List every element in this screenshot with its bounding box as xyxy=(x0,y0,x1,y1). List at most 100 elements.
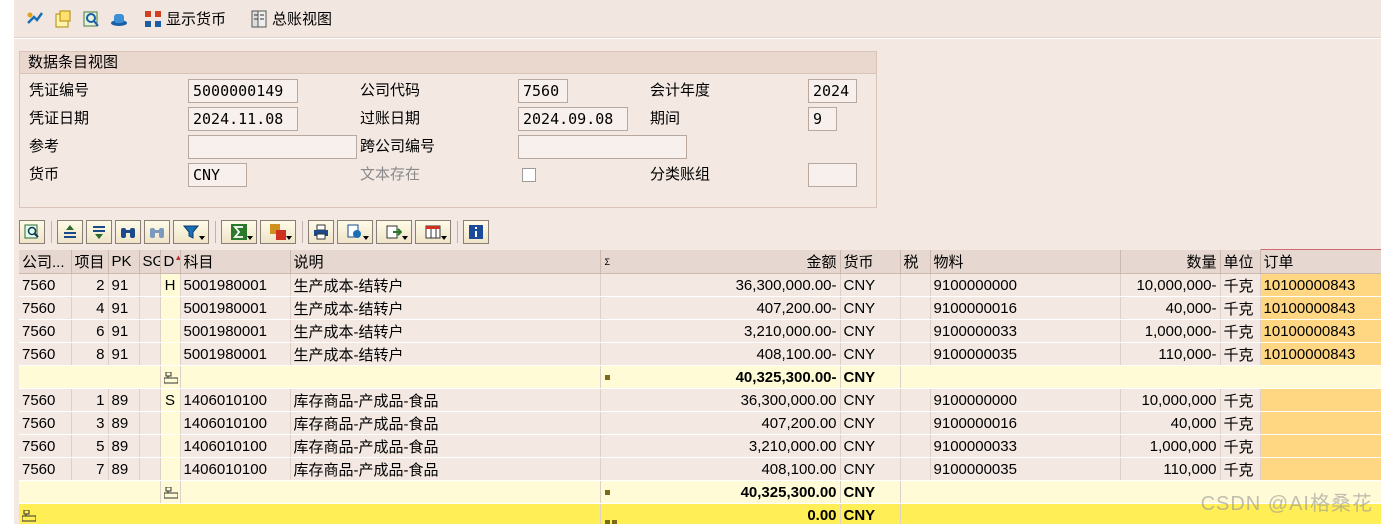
layout-button[interactable] xyxy=(415,220,451,244)
period-field[interactable]: 9 xyxy=(808,107,837,131)
col-currency[interactable]: 货币 xyxy=(840,249,901,274)
doc-date-field[interactable]: 2024.11.08 xyxy=(188,107,298,131)
subtotal-row-h[interactable]: 40,325,300.00- CNY xyxy=(19,365,1381,389)
col-dc[interactable]: D▲ xyxy=(160,249,181,274)
cell-company: 7560 xyxy=(19,342,72,366)
doc-no-field[interactable]: 5000000149 xyxy=(188,79,298,103)
col-account[interactable]: 科目 xyxy=(180,249,291,274)
ledger-group-label: 分类账组 xyxy=(650,166,711,183)
col-amount[interactable]: Σ 金额 xyxy=(600,249,841,274)
entry-view-title: 数据条目视图 xyxy=(20,52,876,74)
table-row[interactable]: 7560 6 91 5001980001 生产成本-结转户 3,210,000.… xyxy=(19,319,1381,343)
cell-order[interactable]: 10100000843 xyxy=(1260,319,1381,343)
subtotal-blank xyxy=(180,480,601,504)
cell-dc xyxy=(160,411,181,435)
total-amount-cell: 0.00 xyxy=(600,503,841,524)
post-date-field[interactable]: 2024.09.08 xyxy=(518,107,628,131)
cell-order[interactable]: 10100000843 xyxy=(1260,273,1381,297)
cell-dc xyxy=(160,457,181,481)
reference-field[interactable] xyxy=(188,135,357,159)
sort-asc-button[interactable] xyxy=(57,220,83,244)
cell-pk: 89 xyxy=(108,457,140,481)
cell-order[interactable] xyxy=(1260,411,1381,435)
print-button[interactable] xyxy=(308,220,334,244)
subtotal-expand-cell[interactable] xyxy=(160,480,181,504)
search-document-icon[interactable] xyxy=(80,8,102,30)
subtotal-icon xyxy=(270,224,286,240)
col-item[interactable]: 项目 xyxy=(71,249,109,274)
cell-pk: 91 xyxy=(108,296,140,320)
ledger-group-field[interactable] xyxy=(808,163,857,187)
table-row[interactable]: 7560 1 89 S 1406010100 库存商品-产成品-食品 36,30… xyxy=(19,388,1381,412)
col-sg[interactable]: SG xyxy=(139,249,161,274)
cell-order[interactable]: 10100000843 xyxy=(1260,296,1381,320)
sort-descending-icon xyxy=(93,226,105,239)
cell-pk: 89 xyxy=(108,388,140,412)
col-unit[interactable]: 单位 xyxy=(1220,249,1261,274)
col-order[interactable]: 订单 xyxy=(1260,249,1381,274)
line-items-grid: 公司... 项目 PK SG D▲ 科目 说明 Σ 金额 货币 税 物料 数量 单… xyxy=(19,249,1381,524)
col-material[interactable]: 物料 xyxy=(930,249,1121,274)
fiscal-year-field[interactable]: 2024 xyxy=(808,79,857,103)
col-company[interactable]: 公司... xyxy=(19,249,72,274)
table-row[interactable]: 7560 2 91 H 5001980001 生产成本-结转户 36,300,0… xyxy=(19,273,1381,297)
gl-view-button[interactable]: 总账视图 xyxy=(248,8,332,30)
table-row[interactable]: 7560 7 89 1406010100 库存商品-产成品-食品 408,100… xyxy=(19,457,1381,481)
subtotal-currency: CNY xyxy=(840,480,901,504)
sort-marker-icon: ▲ xyxy=(174,253,179,262)
cell-dc xyxy=(160,319,181,343)
details-button[interactable] xyxy=(19,220,45,244)
export-button[interactable] xyxy=(376,220,412,244)
find-button[interactable] xyxy=(115,220,141,244)
cell-sg xyxy=(139,457,161,481)
subtotal-currency: CNY xyxy=(840,365,901,389)
sort-desc-button[interactable] xyxy=(86,220,112,244)
cell-description: 生产成本-结转户 xyxy=(290,342,601,366)
document-icon[interactable] xyxy=(52,8,74,30)
cell-currency: CNY xyxy=(840,457,901,481)
subtotal-marker-icon xyxy=(604,490,610,495)
col-description[interactable]: 说明 xyxy=(290,249,601,274)
sum-button[interactable] xyxy=(221,220,257,244)
info-button[interactable] xyxy=(463,220,489,244)
cross-company-field[interactable] xyxy=(518,135,687,159)
views-icon xyxy=(347,224,361,238)
total-expand-cell[interactable] xyxy=(19,503,601,524)
filter-button[interactable] xyxy=(173,220,209,244)
cell-order[interactable] xyxy=(1260,457,1381,481)
table-row[interactable]: 7560 5 89 1406010100 库存商品-产成品-食品 3,210,0… xyxy=(19,434,1381,458)
cell-quantity: 40,000- xyxy=(1120,296,1221,320)
table-row[interactable]: 7560 3 89 1406010100 库存商品-产成品-食品 407,200… xyxy=(19,411,1381,435)
cell-amount: 407,200.00- xyxy=(600,296,841,320)
cell-order[interactable] xyxy=(1260,434,1381,458)
subtotal-button[interactable] xyxy=(260,220,296,244)
subtotal-expand-cell[interactable] xyxy=(160,365,181,389)
cell-quantity: 40,000 xyxy=(1120,411,1221,435)
reference-label: 参考 xyxy=(29,138,60,155)
col-tax[interactable]: 税 xyxy=(900,249,931,274)
col-pk[interactable]: PK xyxy=(108,249,140,274)
col-dc-label: D xyxy=(163,252,175,270)
hat-icon[interactable] xyxy=(108,8,130,30)
subtotal-row-s[interactable]: 40,325,300.00 CNY xyxy=(19,480,1381,504)
company-field[interactable]: 7560 xyxy=(518,79,568,103)
cell-order[interactable] xyxy=(1260,388,1381,412)
cell-tax xyxy=(900,434,931,458)
total-amount: 0.00 xyxy=(807,506,837,524)
subtotal-blank xyxy=(180,365,601,389)
currency-field[interactable]: CNY xyxy=(188,163,247,187)
grid-body-s: 7560 1 89 S 1406010100 库存商品-产成品-食品 36,30… xyxy=(19,388,1381,524)
cell-unit: 千克 xyxy=(1220,411,1261,435)
find-next-button[interactable] xyxy=(144,220,170,244)
display-change-icon[interactable] xyxy=(24,8,46,30)
views-button[interactable] xyxy=(337,220,373,244)
show-currency-button[interactable]: 显示货币 xyxy=(142,8,226,30)
cell-unit: 千克 xyxy=(1220,296,1261,320)
table-row[interactable]: 7560 8 91 5001980001 生产成本-结转户 408,100.00… xyxy=(19,342,1381,366)
total-row[interactable]: 0.00 CNY xyxy=(19,503,1381,524)
text-exists-checkbox[interactable] xyxy=(522,168,536,182)
table-row[interactable]: 7560 4 91 5001980001 生产成本-结转户 407,200.00… xyxy=(19,296,1381,320)
cell-order[interactable]: 10100000843 xyxy=(1260,342,1381,366)
col-quantity[interactable]: 数量 xyxy=(1120,249,1221,274)
cell-sg xyxy=(139,273,161,297)
